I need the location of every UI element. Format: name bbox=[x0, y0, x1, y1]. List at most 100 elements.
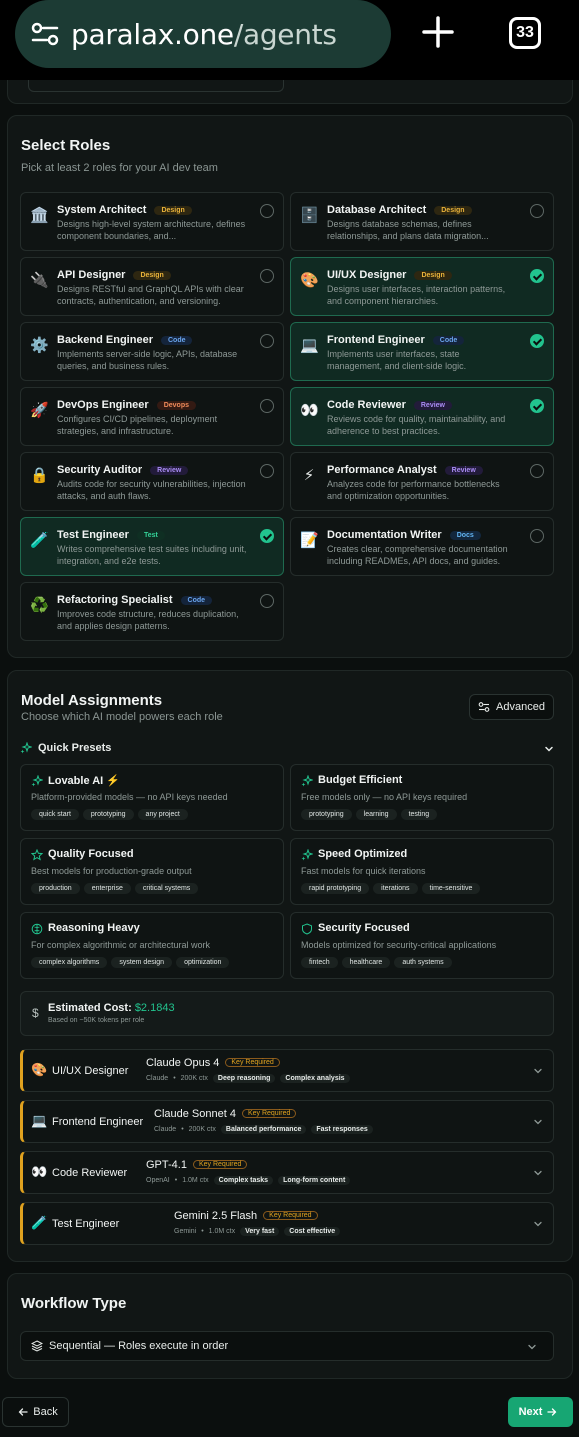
preset-chip: testing bbox=[400, 809, 438, 820]
tab-switcher-button[interactable]: 33 bbox=[509, 17, 541, 49]
model-assignment-row[interactable]: 🎨 UI/UX Designer Claude Opus 4 Key Required… bbox=[20, 1049, 554, 1092]
preset-card[interactable]: Budget Efficient Free models only — no AP… bbox=[290, 764, 554, 831]
workflow-select[interactable]: Sequential — Roles execute in order bbox=[20, 1331, 554, 1361]
role-description: Designs user interfaces, interaction pat… bbox=[327, 284, 506, 306]
sliders-icon bbox=[478, 702, 490, 712]
new-tab-icon[interactable] bbox=[420, 14, 456, 50]
role-name: UI/UX Designer Design bbox=[327, 269, 452, 281]
preset-chip: complex algorithms bbox=[31, 957, 108, 968]
role-select-radio[interactable] bbox=[530, 334, 544, 348]
role-description: Designs RESTful and GraphQL APIs with cl… bbox=[57, 284, 244, 306]
preset-chip: healthcare bbox=[341, 957, 391, 968]
preset-card[interactable]: Quality Focused Best models for productio… bbox=[20, 838, 284, 905]
role-card[interactable]: 💻 Frontend Engineer Code Implements user in… bbox=[290, 322, 554, 381]
role-name: Documentation Writer Docs bbox=[327, 529, 481, 541]
chevron-down-icon bbox=[534, 1221, 542, 1227]
address-bar[interactable]: paralax.one/agents bbox=[15, 0, 391, 68]
preset-chip: iterations bbox=[373, 883, 418, 894]
role-select-radio[interactable] bbox=[260, 594, 274, 608]
model-assignment-row[interactable]: 🧪 Test Engineer Gemini 2.5 Flash Key Requir… bbox=[20, 1202, 554, 1245]
preset-card[interactable]: Reasoning Heavy For complex algorithmic o… bbox=[20, 912, 284, 979]
role-emoji-icon: 💻 bbox=[31, 1114, 48, 1129]
role-description: Improves code structure, reduces duplica… bbox=[57, 609, 239, 631]
dollar-icon: $ bbox=[32, 1006, 39, 1020]
role-card[interactable]: ♻️ Refactoring Specialist Code Improves cod… bbox=[20, 582, 284, 641]
role-select-radio[interactable] bbox=[530, 399, 544, 413]
chevron-down-icon[interactable] bbox=[544, 744, 554, 754]
preset-chip: quick start bbox=[31, 809, 79, 820]
role-category-badge: Design bbox=[133, 271, 171, 280]
role-card[interactable]: 🔒 Security Auditor Review Audits code for s… bbox=[20, 452, 284, 511]
model-meta: Gemini • 1.0M ctx Very fast Cost effective bbox=[174, 1227, 341, 1236]
role-emoji-icon: ⚡ bbox=[303, 466, 315, 484]
role-select-radio[interactable] bbox=[260, 334, 274, 348]
role-description: Configures CI/CD pipelines, deployment s… bbox=[57, 414, 218, 436]
browser-toolbar: paralax.one/agents 33 bbox=[0, 0, 579, 80]
role-card[interactable]: 📝 Documentation Writer Docs Creates clear, … bbox=[290, 517, 554, 576]
role-name: Refactoring Specialist Code bbox=[57, 594, 213, 606]
url-text[interactable]: paralax.one/agents bbox=[71, 18, 337, 51]
role-category-badge: Review bbox=[150, 466, 189, 475]
role-card[interactable]: 🏛️ System Architect Design Designs high-lev… bbox=[20, 192, 284, 251]
preset-chip: prototyping bbox=[82, 809, 134, 820]
preset-chip: prototyping bbox=[301, 809, 352, 820]
role-emoji-icon: 🗄️ bbox=[300, 206, 319, 224]
sparkles-icon bbox=[20, 742, 32, 754]
role-description: Implements server-side logic, APIs, data… bbox=[57, 349, 238, 371]
role-category-badge: Code bbox=[180, 596, 213, 605]
section-subtitle: Pick at least 2 roles for your AI dev te… bbox=[21, 162, 218, 174]
role-card[interactable]: ⚡ Performance Analyst Review Analyzes code … bbox=[290, 452, 554, 511]
preset-chip: enterprise bbox=[83, 883, 131, 894]
quick-presets-toggle[interactable]: Quick Presets bbox=[20, 742, 111, 754]
preset-card[interactable]: Lovable AI ⚡ Platform-provided models — n… bbox=[20, 764, 284, 831]
role-select-radio[interactable] bbox=[260, 399, 274, 413]
role-name: Frontend Engineer Code bbox=[327, 334, 465, 346]
chevron-down-icon bbox=[534, 1119, 542, 1125]
role-card[interactable]: ⚙️ Backend Engineer Code Implements server-… bbox=[20, 322, 284, 381]
role-category-badge: Code bbox=[160, 336, 193, 345]
role-name: Test Engineer Test bbox=[57, 529, 165, 541]
role-category-badge: Design bbox=[154, 206, 192, 215]
back-button[interactable]: Back bbox=[2, 1397, 69, 1427]
role-select-radio[interactable] bbox=[260, 464, 274, 478]
role-category-badge: Review bbox=[444, 466, 483, 475]
role-select-radio[interactable] bbox=[260, 204, 274, 218]
role-select-radio[interactable] bbox=[260, 529, 274, 543]
advanced-button[interactable]: Advanced bbox=[469, 694, 554, 720]
preset-card[interactable]: Security Focused Models optimized for sec… bbox=[290, 912, 554, 979]
preset-description: For complex algorithmic or architectural… bbox=[31, 940, 211, 950]
role-select-radio[interactable] bbox=[530, 204, 544, 218]
cost-note: Based on ~50K tokens per role bbox=[48, 1017, 145, 1024]
assignment-role-name: Test Engineer bbox=[52, 1218, 120, 1230]
role-card[interactable]: 🚀 DevOps Engineer Devops Configures CI/CD p… bbox=[20, 387, 284, 446]
key-required-badge: Key Required bbox=[192, 1160, 248, 1169]
role-card[interactable]: 🔌 API Designer Design Designs RESTful and G… bbox=[20, 257, 284, 316]
preset-card[interactable]: Speed Optimized Fast models for quick ite… bbox=[290, 838, 554, 905]
next-button[interactable]: Next bbox=[508, 1397, 573, 1427]
model-tag: Deep reasoning bbox=[212, 1074, 276, 1083]
model-assignment-row[interactable]: 💻 Frontend Engineer Claude Sonnet 4 Key Req… bbox=[20, 1100, 554, 1143]
role-card[interactable]: 👀 Code Reviewer Review Reviews code for qua… bbox=[290, 387, 554, 446]
role-select-radio[interactable] bbox=[260, 269, 274, 283]
role-card[interactable]: 🧪 Test Engineer Test Writes comprehensive t… bbox=[20, 517, 284, 576]
model-provider: Claude bbox=[146, 1075, 169, 1082]
preset-chip: production bbox=[31, 883, 80, 894]
role-select-radio[interactable] bbox=[530, 529, 544, 543]
model-assignment-row[interactable]: 👀 Code Reviewer GPT-4.1 Key Required OpenAI •… bbox=[20, 1151, 554, 1194]
preset-chip: optimization bbox=[176, 957, 230, 968]
model-context: 200K ctx bbox=[188, 1126, 216, 1133]
workflow-type-card: Workflow Type Sequential — Roles execute… bbox=[7, 1273, 573, 1379]
role-select-radio[interactable] bbox=[530, 269, 544, 283]
site-settings-icon[interactable] bbox=[29, 18, 61, 50]
preset-chips: rapid prototyping iterations time-sensitiv… bbox=[301, 883, 481, 894]
role-card[interactable]: 🎨 UI/UX Designer Design Designs user interf… bbox=[290, 257, 554, 316]
role-select-radio[interactable] bbox=[530, 464, 544, 478]
model-provider: OpenAI bbox=[146, 1177, 170, 1184]
role-emoji-icon: 🧪 bbox=[30, 531, 49, 549]
role-category-badge: Code bbox=[432, 336, 465, 345]
role-description: Reviews code for quality, maintainabilit… bbox=[327, 414, 506, 436]
chevron-down-icon bbox=[534, 1068, 542, 1074]
role-card[interactable]: 🗄️ Database Architect Design Designs databa… bbox=[290, 192, 554, 251]
cost-value: $2.1843 bbox=[134, 1002, 175, 1014]
assignment-role-name: UI/UX Designer bbox=[52, 1065, 129, 1077]
